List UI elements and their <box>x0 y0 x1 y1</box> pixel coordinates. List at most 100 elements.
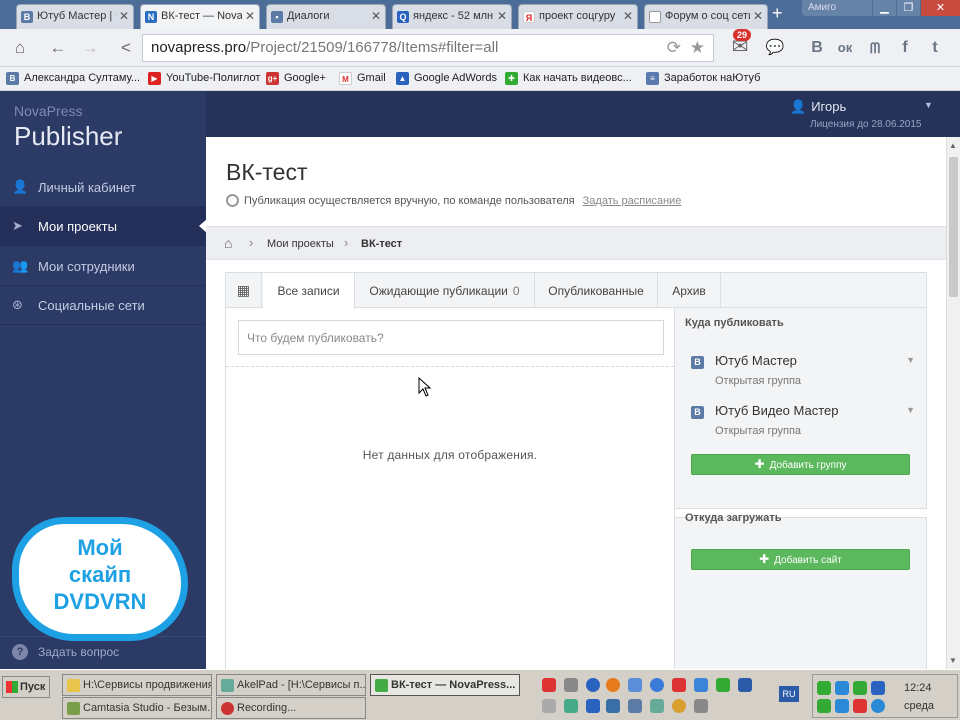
quicklaunch-icon[interactable] <box>564 678 578 692</box>
from-title: Откуда загружать <box>685 512 782 524</box>
address-bar[interactable]: novapress.pro/Project/21509/166778/Items… <box>142 34 714 62</box>
quicklaunch-icon[interactable] <box>564 699 578 713</box>
add-group-button[interactable]: ✚ Добавить группу <box>691 454 910 475</box>
quicklaunch-icon[interactable] <box>586 699 600 713</box>
nav-item-employees[interactable]: 👥 Мои сотрудники <box>0 247 206 286</box>
tray-icon[interactable] <box>817 699 831 713</box>
quicklaunch-icon[interactable] <box>606 699 620 713</box>
odnoklassniki-icon[interactable]: ок <box>832 35 858 61</box>
close-window-icon[interactable]: ✕ <box>920 0 960 16</box>
start-button[interactable]: Пуск <box>2 676 50 698</box>
bookmark-item[interactable]: ✚ Как начать видеовс... <box>505 72 632 85</box>
taskbar-task-active[interactable]: ВК-тест — NovaPress... <box>370 674 520 696</box>
twitter-icon[interactable]: t <box>922 35 948 61</box>
chat-icon[interactable]: 💬 <box>762 35 788 61</box>
close-tab-icon[interactable]: ✕ <box>115 9 129 23</box>
maximize-icon[interactable]: ❐ <box>896 0 920 16</box>
tray-icon[interactable] <box>871 681 885 695</box>
home-icon[interactable]: ⌂ <box>6 36 34 60</box>
quicklaunch-icon[interactable] <box>542 678 556 692</box>
quicklaunch-icon[interactable] <box>586 678 600 692</box>
taskbar-task[interactable]: AkelPad - [H:\Сервисы п... <box>216 674 366 696</box>
compose-input[interactable]: Что будем публиковать? <box>238 320 664 355</box>
yandex-browser-icon[interactable] <box>672 678 686 692</box>
network-icon[interactable] <box>835 681 849 695</box>
chevron-down-icon: ▼ <box>924 100 933 110</box>
bookmark-item[interactable]: M Gmail <box>339 72 386 85</box>
chevron-right-icon: › <box>249 235 254 250</box>
scrollbar-thumb[interactable] <box>949 157 958 297</box>
bookmark-item[interactable]: ▲ Google AdWords <box>396 72 497 85</box>
user-menu[interactable]: 👤 Игорь ▼ <box>790 99 933 115</box>
yandex-icon: Я <box>523 11 535 23</box>
skype-tray-icon[interactable] <box>871 699 885 713</box>
taskbar-task[interactable]: Camtasia Studio - Безым... <box>62 697 212 719</box>
clock-time[interactable]: 12:24 <box>904 682 932 694</box>
bookmark-item[interactable]: В Александра Султаму... <box>6 72 140 85</box>
bookmark-item[interactable]: g+ Google+ <box>266 72 326 85</box>
schedule-link[interactable]: Задать расписание <box>583 195 682 207</box>
language-indicator[interactable]: RU <box>779 686 799 702</box>
os-taskbar: Пуск H:\Сервисы продвижения AkelPad - [H… <box>0 669 960 720</box>
scroll-down-icon[interactable]: ▼ <box>949 656 957 665</box>
close-tab-icon[interactable]: ✕ <box>749 9 763 23</box>
vk-social-icon[interactable]: В <box>804 35 830 61</box>
quicklaunch-icon[interactable] <box>542 699 556 713</box>
browser-tab[interactable]: Q яндекс - 52 млн ✕ <box>392 4 512 29</box>
quicklaunch-icon[interactable] <box>650 699 664 713</box>
add-site-button[interactable]: ✚ Добавить сайт <box>691 549 910 570</box>
quicklaunch-icon[interactable] <box>650 678 664 692</box>
forward-icon[interactable]: → <box>76 36 104 60</box>
quicklaunch-icon[interactable] <box>628 678 642 692</box>
browser-tab[interactable]: Форум о соц сети ✕ <box>644 4 768 29</box>
minimize-icon[interactable]: ▁ <box>872 0 896 16</box>
close-tab-icon[interactable]: ✕ <box>493 9 507 23</box>
grid-icon[interactable]: ▦ <box>226 273 262 308</box>
moimir-icon[interactable]: ᗰ <box>862 35 888 61</box>
vk-icon: В <box>691 406 704 419</box>
home-icon[interactable]: ⌂ <box>224 235 232 251</box>
tray-icon[interactable] <box>817 681 831 695</box>
ie-icon[interactable] <box>694 678 708 692</box>
reload-icon[interactable]: ⟳ <box>667 35 681 61</box>
close-tab-icon[interactable]: ✕ <box>241 9 255 23</box>
close-tab-icon[interactable]: ✕ <box>367 9 381 23</box>
browser-tab[interactable]: ▪ Диалоги ✕ <box>266 4 386 29</box>
amigo-menu-button[interactable]: Амиго <box>802 0 872 16</box>
new-tab-button[interactable]: + <box>772 3 783 24</box>
browser-tab-active[interactable]: N ВК-тест — NovaI ✕ <box>140 4 260 29</box>
tab-published[interactable]: Опубликованные <box>535 273 658 308</box>
word-icon[interactable] <box>738 678 752 692</box>
share-icon[interactable]: < <box>112 36 140 60</box>
facebook-icon[interactable]: f <box>892 35 918 61</box>
tab-all-posts[interactable]: Все записи <box>263 273 355 309</box>
nav-item-projects[interactable]: ➤ Мои проекты <box>0 207 207 246</box>
tab-archive[interactable]: Архив <box>658 273 721 308</box>
browser-tab[interactable]: Я проект соцгуру ✕ <box>518 4 638 29</box>
nav-item-social[interactable]: ⊛ Социальные сети <box>0 286 206 325</box>
quicklaunch-icon[interactable] <box>672 699 686 713</box>
tray-icon[interactable] <box>835 699 849 713</box>
brand-logo[interactable]: Publisher <box>14 121 122 152</box>
chevron-down-icon[interactable]: ▼ <box>906 405 915 415</box>
taskbar-task[interactable]: H:\Сервисы продвижения <box>62 674 212 696</box>
scroll-up-icon[interactable]: ▲ <box>949 141 957 150</box>
bookmark-star-icon[interactable]: ★ <box>690 35 705 61</box>
breadcrumb-projects[interactable]: Мои проекты <box>267 238 334 250</box>
bookmark-item[interactable]: ▶ YouTube-Полиглот <box>148 72 260 85</box>
excel-icon[interactable] <box>716 678 730 692</box>
bookmark-item[interactable]: ≡ Заработок наЮтуб <box>646 72 760 85</box>
back-icon[interactable]: ← <box>44 36 72 60</box>
close-tab-icon[interactable]: ✕ <box>619 9 633 23</box>
tray-icon[interactable] <box>853 681 867 695</box>
page-scrollbar[interactable]: ▲ ▼ <box>946 137 960 669</box>
taskbar-task[interactable]: Recording... <box>216 697 366 719</box>
quicklaunch-icon[interactable] <box>694 699 708 713</box>
vk-icon[interactable] <box>628 699 642 713</box>
chevron-down-icon[interactable]: ▼ <box>906 355 915 365</box>
nav-item-cabinet[interactable]: 👤 Личный кабинет <box>0 168 206 207</box>
tray-icon[interactable] <box>853 699 867 713</box>
firefox-icon[interactable] <box>606 678 620 692</box>
tab-pending[interactable]: Ожидающие публикации 0 <box>355 273 535 308</box>
browser-tab[interactable]: В Ютуб Мастер | С ✕ <box>16 4 134 29</box>
